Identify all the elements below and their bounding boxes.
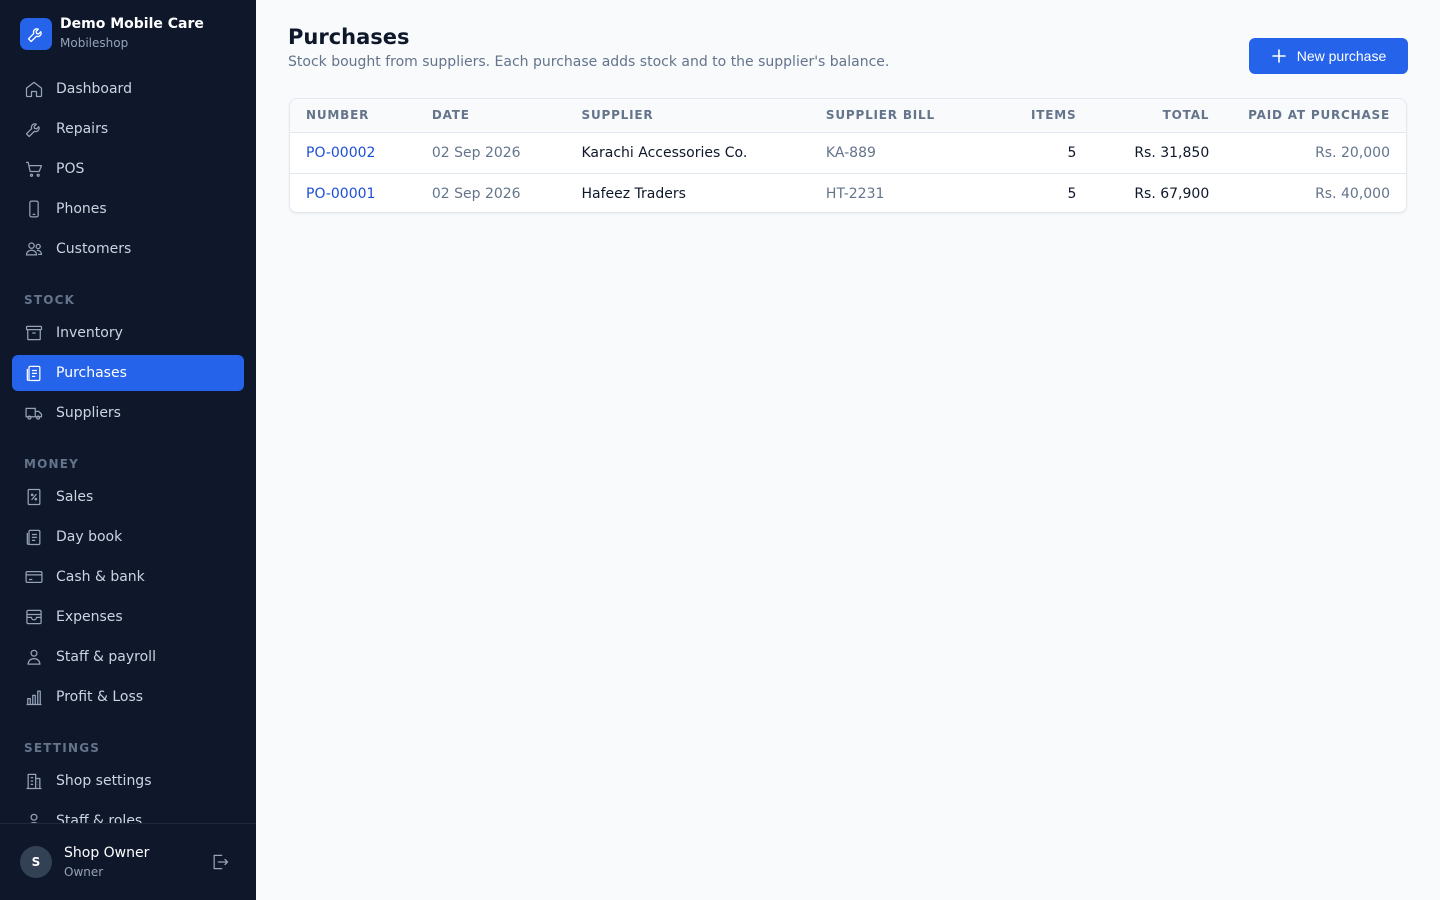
receipt-icon: [24, 487, 44, 507]
supplier-bill: HT-2231: [825, 185, 885, 202]
purchase-date: 02 Sep 2026: [431, 185, 521, 202]
sidebar: Demo Mobile Care Mobileshop Dashboard Re…: [0, 0, 256, 900]
credit-card-icon: [24, 567, 44, 587]
avatar[interactable]: S: [20, 846, 52, 878]
sidebar-item-pos[interactable]: POS: [12, 151, 244, 187]
sidebar-nav: Dashboard Repairs POS Phones Customers S…: [12, 71, 244, 823]
logout-icon[interactable]: [210, 852, 230, 872]
new-purchase-button[interactable]: New purchase: [1249, 38, 1408, 74]
column-header-total[interactable]: TOTAL: [1092, 99, 1225, 132]
item-count: 5: [1067, 144, 1077, 161]
cart-icon: [24, 159, 44, 179]
sidebar-item-label: Staff & roles: [56, 813, 143, 823]
user-name: Shop Owner: [64, 845, 150, 861]
table-header-row: NUMBER DATE SUPPLIER SUPPLIER BILL ITEMS…: [290, 99, 1406, 132]
sidebar-item-label: Expenses: [56, 609, 123, 625]
clipboard-icon: [24, 363, 44, 383]
sidebar-item-label: Phones: [56, 201, 107, 217]
user-icon: [24, 811, 44, 823]
user-role: Owner: [64, 865, 104, 879]
sidebar-item-label: Sales: [56, 489, 94, 505]
supplier-name: Hafeez Traders: [581, 185, 686, 202]
sidebar-item-day-book[interactable]: Day book: [12, 519, 244, 555]
purchase-date: 02 Sep 2026: [431, 144, 521, 161]
user-menu: S Shop Owner Owner: [0, 823, 256, 900]
sidebar-item-label: Purchases: [56, 365, 127, 381]
brand-subtitle: Mobileshop: [60, 36, 129, 50]
sidebar-item-sales[interactable]: Sales: [12, 479, 244, 515]
sidebar-item-staff-roles[interactable]: Staff & roles: [12, 803, 244, 823]
sidebar-item-phones[interactable]: Phones: [12, 191, 244, 227]
sidebar-item-label: Customers: [56, 241, 132, 257]
user-icon: [24, 647, 44, 667]
paid-at-purchase: Rs. 40,000: [1315, 185, 1390, 202]
wallet-icon: [24, 607, 44, 627]
sidebar-item-label: Dashboard: [56, 81, 132, 97]
archive-icon: [24, 323, 44, 343]
column-header-supplier[interactable]: SUPPLIER: [566, 99, 810, 132]
brand-name: Demo Mobile Care: [60, 16, 204, 32]
section-label-money: MONEY: [24, 457, 80, 471]
item-count: 5: [1067, 185, 1077, 202]
column-header-items[interactable]: ITEMS: [970, 99, 1093, 132]
table-row[interactable]: PO-00001 02 Sep 2026 Hafeez Traders HT-2…: [290, 173, 1406, 212]
sidebar-item-label: Staff & payroll: [56, 649, 156, 665]
new-purchase-label: New purchase: [1296, 48, 1387, 64]
sidebar-item-label: Day book: [56, 529, 123, 545]
sidebar-item-profit-loss[interactable]: Profit & Loss: [12, 679, 244, 715]
section-label-settings: SETTINGS: [24, 741, 101, 755]
section-label-stock: STOCK: [24, 293, 76, 307]
column-header-supplier-bill[interactable]: SUPPLIER BILL: [810, 99, 970, 132]
wrench-icon: [20, 17, 52, 50]
sidebar-item-label: Shop settings: [56, 773, 152, 789]
sidebar-item-repairs[interactable]: Repairs: [12, 111, 244, 147]
plus-icon: [1271, 48, 1287, 64]
home-icon: [24, 79, 44, 99]
column-header-number[interactable]: NUMBER: [290, 99, 416, 132]
purchase-number-link[interactable]: PO-00002: [290, 132, 416, 173]
page-title: Purchases: [288, 25, 410, 49]
wrench-icon: [24, 119, 44, 139]
sidebar-item-label: POS: [56, 161, 85, 177]
sidebar-item-label: Suppliers: [56, 405, 121, 421]
sidebar-item-shop-settings[interactable]: Shop settings: [12, 763, 244, 799]
building-icon: [24, 771, 44, 791]
users-icon: [24, 239, 44, 259]
bar-chart-icon: [24, 687, 44, 707]
sidebar-item-expenses[interactable]: Expenses: [12, 599, 244, 635]
sidebar-item-dashboard[interactable]: Dashboard: [12, 71, 244, 107]
sidebar-item-label: Cash & bank: [56, 569, 145, 585]
purchase-total: Rs. 67,900: [1134, 185, 1210, 202]
sidebar-item-customers[interactable]: Customers: [12, 231, 244, 267]
page-subtitle: Stock bought from suppliers. Each purcha…: [288, 54, 890, 70]
sidebar-item-purchases[interactable]: Purchases: [12, 355, 244, 391]
supplier-name: Karachi Accessories Co.: [581, 144, 748, 161]
sidebar-item-label: Repairs: [56, 121, 109, 137]
sidebar-item-label: Inventory: [56, 325, 123, 341]
truck-icon: [24, 403, 44, 423]
column-header-paid-at-purchase[interactable]: PAID AT PURCHASE: [1225, 99, 1406, 132]
sidebar-item-cash-bank[interactable]: Cash & bank: [12, 559, 244, 595]
brand[interactable]: Demo Mobile Care Mobileshop: [20, 16, 204, 51]
purchase-number-link[interactable]: PO-00001: [290, 173, 416, 212]
paid-at-purchase: Rs. 20,000: [1315, 144, 1390, 161]
purchases-table: NUMBER DATE SUPPLIER SUPPLIER BILL ITEMS…: [289, 98, 1407, 213]
column-header-date[interactable]: DATE: [416, 99, 566, 132]
phone-icon: [24, 199, 44, 219]
supplier-bill: KA-889: [825, 144, 876, 161]
sidebar-item-inventory[interactable]: Inventory: [12, 315, 244, 351]
sidebar-item-suppliers[interactable]: Suppliers: [12, 395, 244, 431]
purchase-total: Rs. 31,850: [1134, 144, 1210, 161]
sidebar-item-label: Profit & Loss: [56, 689, 144, 705]
book-icon: [24, 527, 44, 547]
table-row[interactable]: PO-00002 02 Sep 2026 Karachi Accessories…: [290, 132, 1406, 173]
sidebar-item-staff-payroll[interactable]: Staff & payroll: [12, 639, 244, 675]
